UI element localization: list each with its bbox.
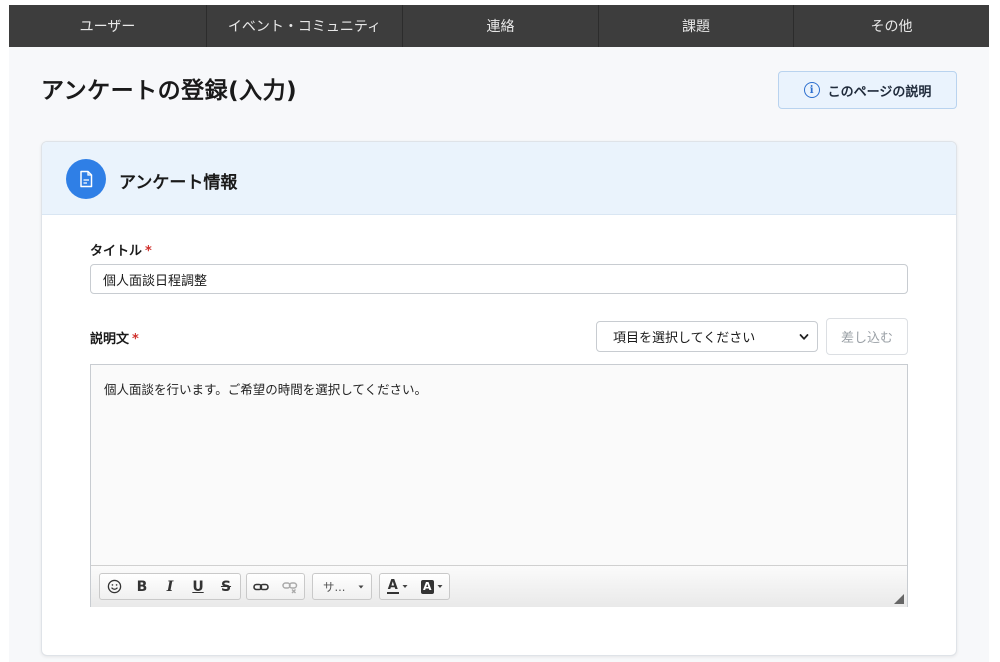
link-button[interactable] — [247, 574, 276, 599]
required-mark: * — [132, 332, 139, 347]
survey-info-card: アンケート情報 タイトル* 説明文* 項目を選択してください 差し込む 個人面談… — [41, 141, 957, 656]
smiley-icon — [107, 579, 121, 594]
info-icon: i — [803, 82, 820, 98]
page-help-button[interactable]: i このページの説明 — [778, 71, 957, 109]
merge-field-select[interactable]: 項目を選択してください — [596, 321, 818, 352]
caret-down-icon — [358, 585, 364, 589]
description-field-label: 説明文 * — [90, 328, 139, 347]
page: ユーザー イベント・コミュニティ 連絡 課題 その他 アンケートの登録(入力) … — [9, 5, 989, 662]
font-size-label: サ... — [323, 579, 346, 594]
nav-item-users[interactable]: ユーザー — [9, 5, 207, 47]
background-color-button[interactable]: A — [415, 574, 450, 599]
nav-item-label: ユーザー — [79, 19, 136, 35]
document-icon — [66, 159, 106, 199]
description-label-text: 説明文 — [90, 332, 130, 347]
strikethrough-button[interactable]: S — [212, 574, 240, 599]
page-title: アンケートの登録(入力) — [41, 78, 298, 104]
card-header: アンケート情報 — [42, 142, 956, 215]
nav-item-events-community[interactable]: イベント・コミュニティ — [207, 5, 403, 47]
italic-button[interactable]: I — [156, 574, 184, 599]
link-icon — [253, 583, 270, 590]
underline-button[interactable]: U — [184, 574, 212, 599]
nav-item-label: イベント・コミュニティ — [227, 19, 382, 35]
unlink-button[interactable] — [276, 574, 305, 599]
card-title: アンケート情報 — [119, 173, 238, 193]
nav-item-contact[interactable]: 連絡 — [403, 5, 599, 47]
description-editor: 個人面談を行います。ご希望の時間を選択してください。 B I U S サ... … — [90, 364, 908, 607]
format-group: B I U S — [99, 573, 241, 600]
nav-item-label: 連絡 — [486, 19, 515, 35]
background-color-icon: A — [420, 579, 434, 594]
nav-item-other[interactable]: その他 — [794, 5, 989, 47]
select-value: 項目を選択してください — [613, 331, 756, 346]
chevron-down-icon — [799, 334, 809, 340]
caret-down-icon — [437, 585, 442, 588]
resize-handle-icon[interactable] — [894, 594, 904, 604]
font-color-button[interactable]: A — [380, 574, 415, 599]
color-group: A A — [379, 573, 450, 600]
required-mark: * — [145, 244, 152, 259]
title-input[interactable] — [90, 264, 908, 294]
unlink-icon — [282, 581, 297, 593]
title-field-label: タイトル * — [90, 240, 152, 259]
help-button-label: このページの説明 — [827, 84, 932, 100]
nav-item-label: その他 — [870, 19, 913, 35]
bold-button[interactable]: B — [128, 574, 156, 599]
title-label-text: タイトル — [90, 244, 143, 259]
insert-button[interactable]: 差し込む — [826, 318, 908, 355]
font-size-dropdown[interactable]: サ... — [312, 573, 372, 600]
caret-down-icon — [402, 585, 408, 588]
link-group — [246, 573, 305, 600]
nav-item-label: 課題 — [682, 19, 710, 35]
nav-item-tasks[interactable]: 課題 — [599, 5, 794, 47]
top-nav: ユーザー イベント・コミュニティ 連絡 課題 その他 — [9, 5, 989, 47]
emoji-button[interactable] — [100, 574, 128, 599]
editor-content[interactable]: 個人面談を行います。ご希望の時間を選択してください。 — [91, 365, 907, 564]
font-color-icon: A — [386, 578, 399, 594]
editor-toolbar: B I U S サ... A A — [91, 565, 907, 607]
